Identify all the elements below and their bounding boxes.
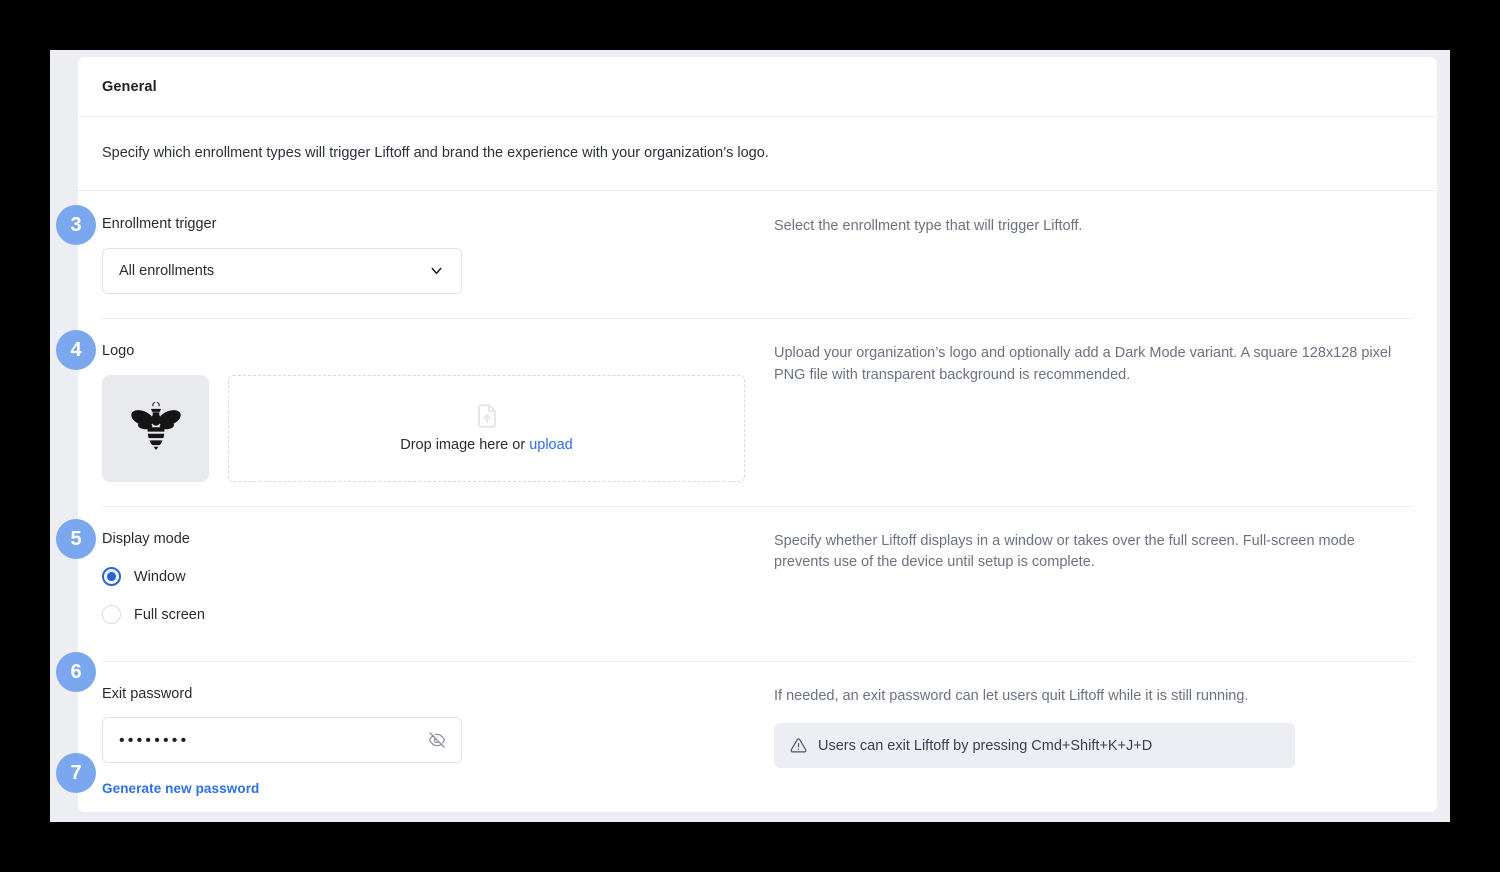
step-badge-7-number: 7 [70, 761, 82, 784]
step-badge-6-number: 6 [70, 660, 82, 683]
display-mode-help: Specify whether Liftoff displays in a wi… [774, 532, 1355, 571]
step-badge-5-number: 5 [70, 527, 82, 550]
warning-triangle-icon [790, 737, 807, 754]
logo-label: Logo [102, 342, 135, 359]
dropzone-text: Drop image here or [400, 436, 530, 453]
row-display-mode-right: Specify whether Liftoff displays in a wi… [774, 530, 1413, 637]
file-upload-icon [477, 404, 497, 428]
logo-dropzone[interactable]: Drop image here or upload [228, 374, 745, 482]
row-logo-right: Upload your organization’s logo and opti… [774, 342, 1413, 482]
intro-description: Specify which enrollment types will trig… [102, 145, 769, 161]
card-header: General [78, 57, 1437, 117]
exit-password-value: •••••••• [119, 732, 190, 750]
step-badge-3-number: 3 [70, 213, 82, 236]
display-mode-label: Display mode [102, 530, 190, 547]
step-badge-5: 5 [56, 519, 96, 559]
row-exit-password-left: Exit password •••••••• Generate new pass… [102, 685, 774, 799]
page-title: General [102, 78, 157, 95]
step-badge-7: 7 [56, 753, 96, 793]
exit-password-input[interactable]: •••••••• [102, 717, 462, 764]
row-enrollment-trigger-left: Enrollment trigger All enrollments [102, 215, 774, 294]
radio-label-window: Window [134, 568, 186, 585]
row-exit-password: Exit password •••••••• Generate new pass… [78, 660, 1437, 812]
step-badge-4: 4 [56, 330, 96, 370]
row-logo-left: Logo Drop image here or upload [102, 342, 774, 482]
row-logo: Logo Drop image here or upload Upload yo… [78, 317, 1437, 506]
radio-option-window[interactable]: Window [102, 561, 774, 593]
enrollment-trigger-label: Enrollment trigger [102, 216, 217, 233]
display-mode-radio-group: Window Full screen [102, 561, 774, 631]
radio-indicator-full-screen[interactable] [102, 605, 121, 625]
step-badge-3: 3 [56, 205, 96, 245]
row-enrollment-trigger: Enrollment trigger All enrollments Selec… [78, 191, 1437, 318]
radio-indicator-window[interactable] [102, 567, 121, 587]
exit-shortcut-text: Users can exit Liftoff by pressing Cmd+S… [818, 737, 1153, 754]
enrollment-trigger-select[interactable]: All enrollments [102, 247, 462, 294]
row-display-mode: Display mode Window Full screen Specify … [78, 505, 1437, 661]
generate-new-password-link[interactable]: Generate new password [102, 781, 259, 796]
row-display-mode-left: Display mode Window Full screen [102, 530, 774, 637]
exit-password-label: Exit password [102, 685, 193, 702]
upload-link[interactable]: upload [529, 437, 573, 453]
intro-row: Specify which enrollment types will trig… [78, 117, 1437, 192]
dropzone-text-wrapper: Drop image here or upload [400, 437, 573, 453]
general-settings-card: General Specify which enrollment types w… [78, 57, 1437, 812]
enrollment-trigger-help: Select the enrollment type that will tri… [774, 218, 1083, 235]
bee-logo-icon [125, 397, 187, 459]
step-badge-6: 6 [56, 652, 96, 692]
logo-thumbnail[interactable] [102, 374, 209, 482]
exit-shortcut-banner: Users can exit Liftoff by pressing Cmd+S… [774, 723, 1295, 769]
row-exit-password-right: If needed, an exit password can let user… [774, 685, 1413, 799]
logo-area: Drop image here or upload [102, 374, 774, 482]
chevron-down-icon [428, 262, 445, 279]
radio-label-full-screen: Full screen [134, 606, 205, 623]
exit-password-help: If needed, an exit password can let user… [774, 687, 1249, 704]
row-enrollment-trigger-right: Select the enrollment type that will tri… [774, 215, 1413, 294]
logo-help: Upload your organization’s logo and opti… [774, 344, 1392, 383]
step-badge-4-number: 4 [70, 338, 82, 361]
enrollment-trigger-value: All enrollments [119, 262, 215, 279]
radio-option-full-screen[interactable]: Full screen [102, 599, 774, 631]
eye-off-icon[interactable] [428, 731, 446, 749]
